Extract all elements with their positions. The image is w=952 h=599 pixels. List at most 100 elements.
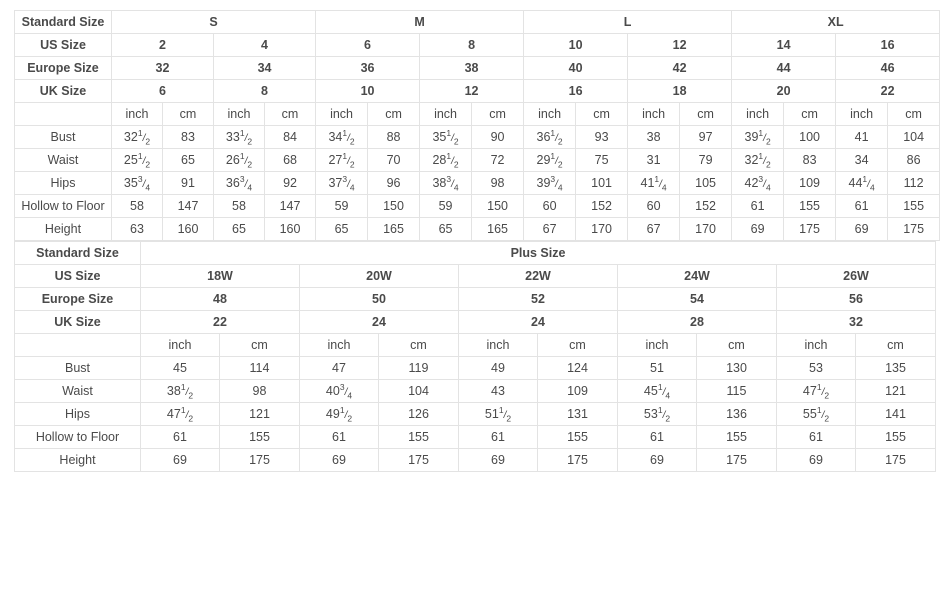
plus-measure-label: Waist [14, 379, 141, 403]
plus-measure-cell: 53 [776, 356, 856, 380]
plus-measure-cell: 471/2 [140, 402, 220, 426]
standard-group-header-xl: XL [731, 10, 941, 34]
plus-unit-cell: inch [617, 333, 697, 357]
standard-measure-cell: 92 [263, 171, 317, 195]
standard-measure-cell: 67 [523, 217, 577, 241]
plus-measure-cell: 175 [537, 448, 618, 472]
plus-measure-cell: 175 [696, 448, 777, 472]
plus-size-cell: 22W [458, 264, 618, 288]
standard-measure-cell: 75 [575, 148, 629, 172]
plus-corner-label: Standard Size [14, 241, 141, 265]
plus-size-cell: 26W [775, 264, 937, 288]
standard-measure-label: Bust [14, 125, 112, 149]
standard-measure-cell: 175 [887, 217, 941, 241]
plus-measure-cell: 124 [537, 356, 618, 380]
plus-group-title: Plus Size [139, 241, 937, 265]
standard-measure-label: Hips [14, 171, 112, 195]
plus-measure-cell: 121 [854, 379, 937, 403]
standard-corner-label: Standard Size [14, 10, 112, 34]
standard-measure-cell: 91 [162, 171, 214, 195]
plus-size-cell: 24 [458, 310, 618, 334]
standard-size-cell: 34 [212, 56, 317, 80]
plus-measure-cell: 43 [458, 379, 538, 403]
standard-measure-cell: 34 [835, 148, 889, 172]
standard-measure-cell: 59 [315, 194, 369, 218]
plus-measure-cell: 119 [378, 356, 459, 380]
plus-measure-cell: 175 [219, 448, 300, 472]
standard-measure-cell: 98 [471, 171, 525, 195]
standard-size-cell: 40 [523, 56, 629, 80]
plus-unit-cell: cm [854, 333, 937, 357]
standard-measure-cell: 175 [783, 217, 837, 241]
standard-unit-cell: cm [679, 102, 733, 126]
standard-size-cell: 10 [315, 79, 421, 103]
plus-measure-cell: 136 [696, 402, 777, 426]
plus-measure-row: Hollow to Floor 61 155 61 155 61 155 61 155 61 155 [14, 425, 937, 449]
standard-unit-cell: inch [523, 102, 577, 126]
standard-measure-cell: 441/4 [835, 171, 889, 195]
plus-measure-cell: 115 [696, 379, 777, 403]
standard-size-cell: 6 [111, 79, 214, 103]
plus-measure-cell: 104 [378, 379, 459, 403]
standard-measure-cell: 109 [783, 171, 837, 195]
standard-unit-cell: cm [887, 102, 941, 126]
standard-measure-cell: 165 [367, 217, 421, 241]
plus-measure-cell: 491/2 [299, 402, 379, 426]
plus-measure-cell: 130 [696, 356, 777, 380]
standard-row-label: Europe Size [14, 56, 112, 80]
standard-size-row: Europe Size 32 34 36 38 40 42 44 46 [14, 56, 941, 80]
plus-measure-cell: 69 [299, 448, 379, 472]
plus-measure-cell: 175 [854, 448, 937, 472]
plus-measure-cell: 126 [378, 402, 459, 426]
standard-size-cell: 36 [315, 56, 421, 80]
plus-size-cell: 28 [617, 310, 777, 334]
plus-measure-label: Hips [14, 402, 141, 426]
standard-size-cell: 2 [111, 33, 214, 57]
plus-measure-cell: 49 [458, 356, 538, 380]
plus-measure-cell: 98 [219, 379, 300, 403]
standard-size-cell: 6 [315, 33, 421, 57]
standard-measure-cell: 152 [575, 194, 629, 218]
standard-measure-cell: 147 [263, 194, 317, 218]
plus-row-label: Europe Size [14, 287, 141, 311]
plus-measure-cell: 69 [776, 448, 856, 472]
plus-size-cell: 24 [299, 310, 459, 334]
standard-size-cell: 8 [419, 33, 525, 57]
standard-size-cell: 12 [627, 33, 733, 57]
size-chart-wrapper: Standard Size S M L XL US Size 2 4 6 8 10 12 14 16 Eur… [14, 10, 941, 472]
plus-measure-cell: 61 [299, 425, 379, 449]
standard-size-cell: 32 [111, 56, 214, 80]
plus-measure-row: Bust 45 114 47 119 49 124 51 130 53 135 [14, 356, 937, 380]
plus-measure-cell: 155 [696, 425, 777, 449]
standard-measure-cell: 72 [471, 148, 525, 172]
standard-measure-cell: 321/2 [731, 148, 785, 172]
standard-measure-cell: 70 [367, 148, 421, 172]
plus-measure-cell: 381/2 [140, 379, 220, 403]
standard-measure-cell: 391/2 [731, 125, 785, 149]
standard-measure-cell: 79 [679, 148, 733, 172]
standard-measure-cell: 60 [523, 194, 577, 218]
standard-measure-cell: 93 [575, 125, 629, 149]
plus-unit-cell: cm [378, 333, 459, 357]
standard-size-row: UK Size 6 8 10 12 16 18 20 22 [14, 79, 941, 103]
standard-row-label: UK Size [14, 79, 112, 103]
standard-measure-cell: 155 [783, 194, 837, 218]
standard-measure-cell: 31 [627, 148, 681, 172]
standard-size-cell: 20 [731, 79, 837, 103]
standard-unit-cell: inch [111, 102, 163, 126]
plus-measure-cell: 61 [776, 425, 856, 449]
standard-unit-cell: cm [471, 102, 525, 126]
plus-group-header-row: Standard Size Plus Size [14, 241, 937, 265]
standard-measure-cell: 281/2 [419, 148, 473, 172]
standard-unit-cell: inch [419, 102, 473, 126]
plus-size-cell: 48 [140, 287, 300, 311]
plus-measure-cell: 109 [537, 379, 618, 403]
standard-measure-cell: 361/2 [523, 125, 577, 149]
standard-group-header-m: M [315, 10, 525, 34]
plus-measure-cell: 551/2 [776, 402, 856, 426]
standard-measure-cell: 65 [162, 148, 214, 172]
standard-measure-cell: 90 [471, 125, 525, 149]
plus-measure-cell: 451/4 [617, 379, 697, 403]
standard-measure-cell: 150 [367, 194, 421, 218]
plus-size-cell: 32 [775, 310, 937, 334]
